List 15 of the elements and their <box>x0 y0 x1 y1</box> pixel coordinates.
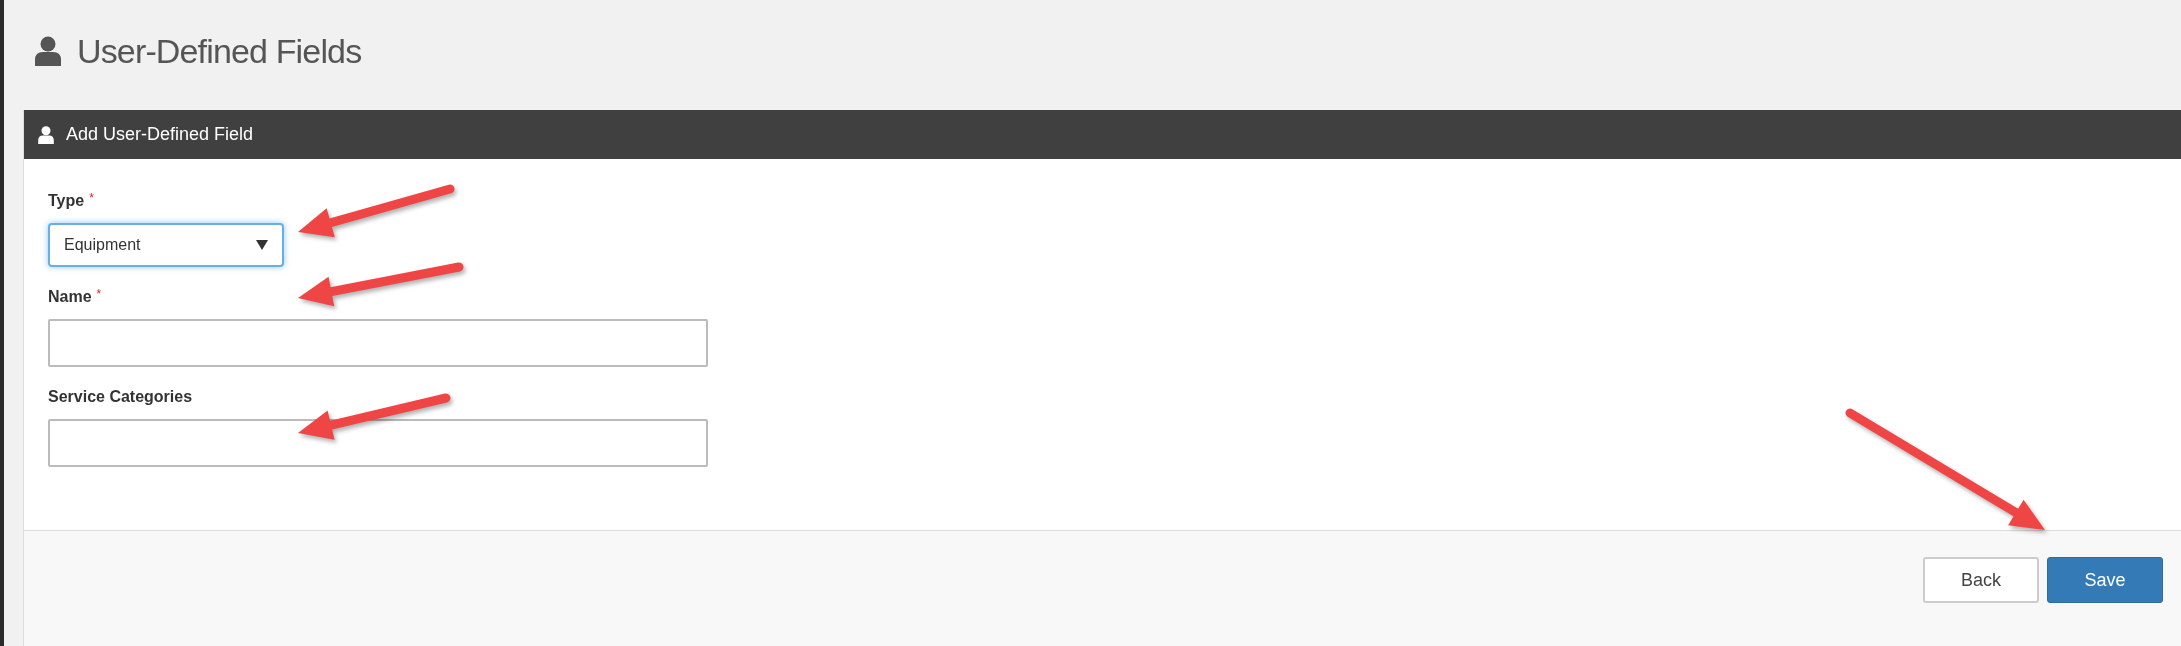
user-icon <box>35 36 61 66</box>
field-label: Type <box>48 191 85 211</box>
field-label: Name <box>48 287 92 307</box>
required-mark: * <box>96 286 102 303</box>
type-select[interactable]: Equipment <box>48 223 284 267</box>
required-mark: * <box>89 190 94 207</box>
caret-icon <box>256 240 268 250</box>
input-field[interactable] <box>48 419 708 467</box>
field-label: Service Categories <box>48 387 193 407</box>
page-title: User-Defined Fields <box>77 30 362 72</box>
action-button[interactable]: Back <box>1923 557 2039 603</box>
panel-title: Add User-Defined Field <box>66 123 254 146</box>
action-button[interactable]: Save <box>2047 557 2163 603</box>
input-field[interactable] <box>48 319 708 367</box>
user-icon <box>38 125 54 144</box>
